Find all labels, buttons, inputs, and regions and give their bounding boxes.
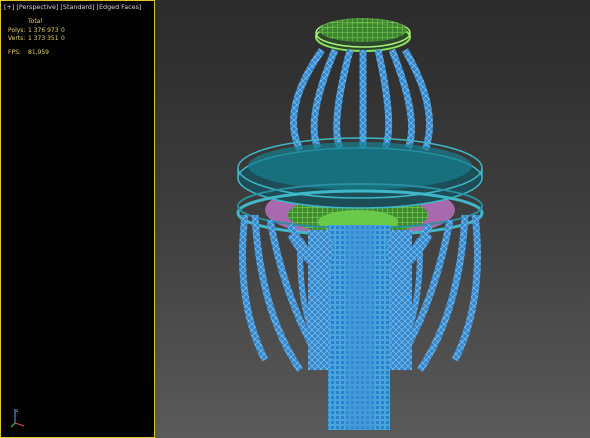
axis-tripod-icon: z [10, 408, 25, 428]
fps-value: 81,959 [28, 49, 49, 56]
perspective-viewport[interactable] [155, 0, 590, 438]
upper-drapes [290, 47, 433, 152]
central-column [308, 225, 412, 430]
verts-selected: 0 [61, 35, 65, 42]
svg-text:z: z [16, 408, 18, 413]
chandelier-wireframe-icon [236, 18, 484, 430]
verts-total: 1 373 351 [28, 35, 59, 42]
verts-label: Verts: [8, 35, 26, 42]
stats-overlay: Total Polys: 1 376 973 0 Verts: 1 373 35… [1, 1, 154, 61]
fps-label: FPS: [8, 49, 21, 56]
stats-header: Total [28, 18, 43, 25]
top-crown [315, 18, 411, 52]
polys-label: Polys: [8, 27, 26, 34]
polys-total: 1 376 973 [28, 27, 59, 34]
left-viewport[interactable]: [+] [Perspective] [Standard] [Edged Face… [0, 0, 155, 438]
polys-selected: 0 [61, 27, 65, 34]
